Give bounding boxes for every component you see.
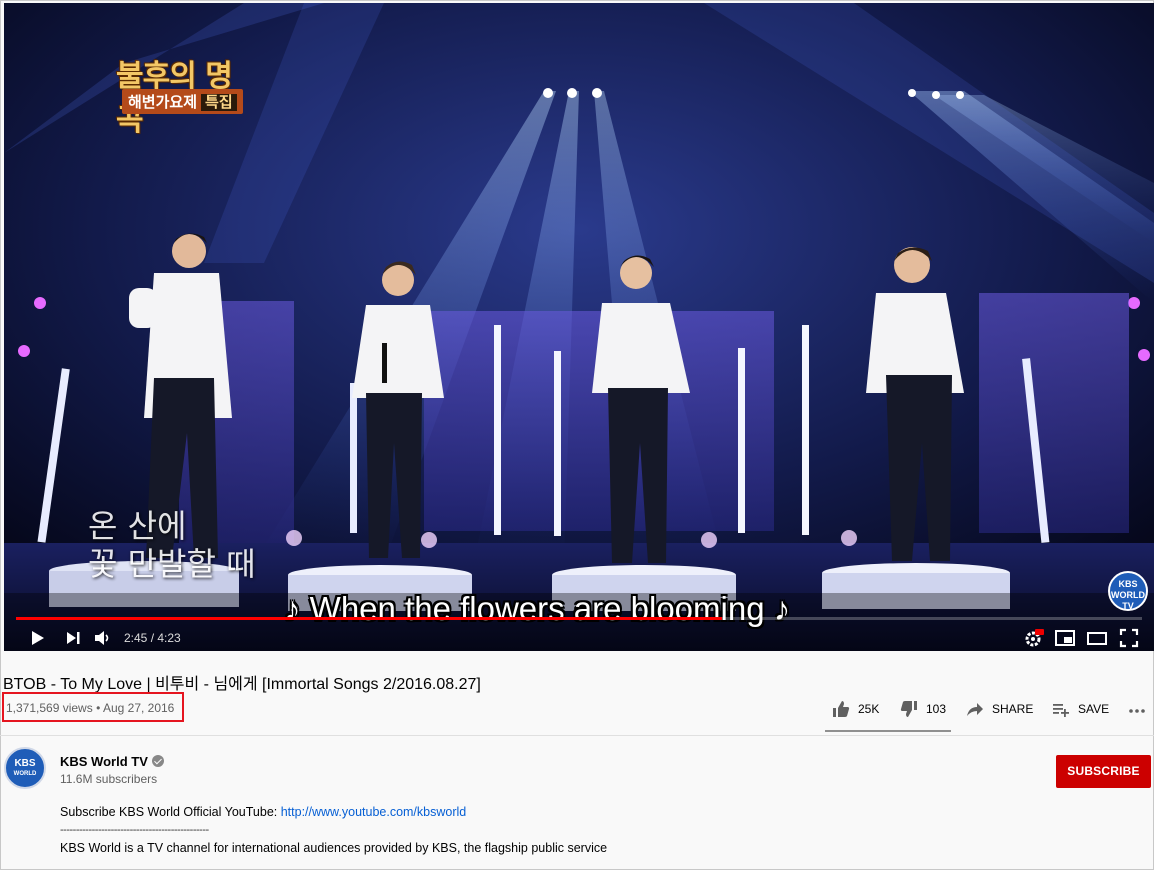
like-count: 25K — [858, 702, 880, 716]
program-logo: 불후의 명곡 해변가요제 특집 — [112, 51, 252, 138]
thumbs-down-icon — [900, 701, 917, 717]
korean-lyric-line1: 온 산에 — [88, 507, 187, 545]
program-logo-tag: 특집 — [201, 94, 237, 111]
video-title: BTOB - To My Love | 비투비 - 님에게 [Immortal … — [3, 676, 481, 693]
video-player[interactable]: 불후의 명곡 해변가요제 특집 온 산에 꽃 만발할 때 ♪ When the f… — [4, 3, 1154, 651]
like-button[interactable]: 25K — [832, 700, 879, 718]
theater-mode-button[interactable] — [1086, 627, 1108, 649]
program-logo-subtitle: 해변가요제 특집 — [122, 89, 243, 114]
gear-icon — [1025, 629, 1044, 647]
player-controls: 2:45 / 4:23 — [4, 623, 1154, 651]
share-button[interactable]: SHARE — [966, 700, 1033, 718]
fullscreen-button[interactable] — [1118, 627, 1140, 649]
playlist-add-icon — [1053, 704, 1069, 717]
settings-button[interactable] — [1022, 627, 1044, 649]
play-icon — [32, 631, 44, 645]
share-icon — [967, 703, 983, 716]
subscriber-count: 11.6M subscribers — [60, 772, 158, 786]
volume-icon — [95, 631, 109, 645]
dislike-button[interactable]: 103 — [900, 700, 946, 718]
share-label: SHARE — [992, 702, 1034, 716]
verified-icon — [151, 755, 164, 767]
miniplayer-button[interactable] — [1054, 627, 1076, 649]
theater-icon — [1087, 632, 1107, 645]
view-count: 1,371,569 views — [6, 701, 93, 715]
dislike-count: 103 — [926, 702, 947, 716]
channel-name-row[interactable]: KBS World TV — [60, 754, 164, 769]
description-line-1: Subscribe KBS World Official YouTube: ht… — [60, 805, 466, 819]
description-link[interactable]: http://www.youtube.com/kbsworld — [281, 805, 467, 819]
progress-bar[interactable] — [16, 617, 1142, 620]
kbs-logo-icon: KBS WORLD — [7, 750, 43, 786]
channel-name[interactable]: KBS World TV — [60, 754, 148, 769]
channel-avatar[interactable]: KBS WORLD — [4, 747, 46, 789]
next-button[interactable] — [62, 627, 84, 649]
view-count-and-date: 1,371,569 views • Aug 27, 2016 — [2, 692, 184, 722]
thumbs-up-icon — [833, 701, 850, 717]
divider — [0, 735, 1154, 736]
more-actions-button[interactable] — [1128, 700, 1154, 718]
time-display: 2:45 / 4:23 — [124, 631, 181, 645]
save-label: SAVE — [1078, 702, 1110, 716]
miniplayer-icon — [1055, 630, 1075, 646]
volume-button[interactable] — [92, 627, 114, 649]
play-button[interactable] — [26, 627, 48, 649]
description-text: Subscribe KBS World Official YouTube: — [60, 805, 281, 819]
korean-lyric-line2: 꽃 만발할 때 — [88, 545, 256, 583]
svg-text:KBS: KBS — [14, 758, 35, 769]
svg-text:WORLD: WORLD — [14, 771, 37, 777]
progress-bar-played — [16, 617, 722, 620]
fullscreen-icon — [1119, 628, 1139, 648]
sentiment-bar — [825, 730, 951, 732]
upload-date: Aug 27, 2016 — [102, 701, 175, 715]
save-button[interactable]: SAVE — [1052, 700, 1109, 718]
subscribe-button[interactable]: SUBSCRIBE — [1056, 755, 1151, 788]
korean-lyric: 온 산에 꽃 만발할 때 — [88, 507, 256, 583]
more-horizontal-icon — [1129, 709, 1145, 713]
kbs-world-watermark: KBS WORLD TV — [1108, 571, 1148, 611]
description-line-2: KBS World is a TV channel for internatio… — [60, 841, 608, 855]
next-icon — [67, 632, 80, 644]
description-separator: ----------------------------------------… — [60, 824, 209, 836]
